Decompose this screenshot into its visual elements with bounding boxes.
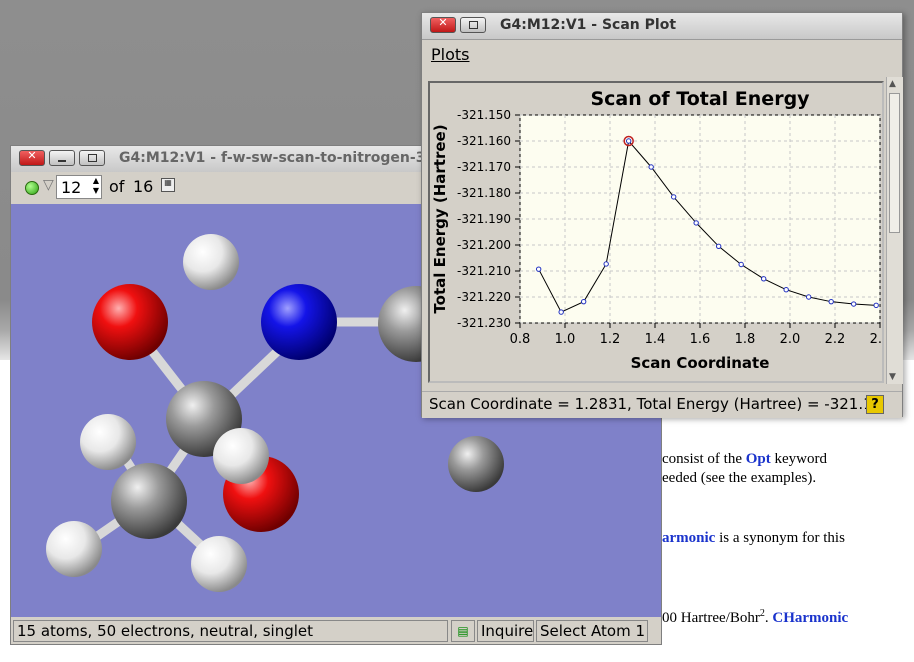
question-icon[interactable]: ? (866, 395, 884, 414)
data-point (850, 301, 857, 307)
grid-icon[interactable]: ▦ (161, 178, 175, 192)
y-tick-label: -321.180 (457, 186, 511, 200)
y-axis-label: Total Energy (Hartree) (431, 124, 449, 313)
close-button[interactable] (19, 149, 45, 166)
menu-plots[interactable]: Plots (431, 45, 470, 64)
doc-line-1: consist of the Opt keyword (662, 451, 828, 467)
data-point (783, 287, 789, 293)
x-tick-label: 2.2 (825, 332, 846, 347)
doc-line-4: 00 Hartree/Bohr2. CHarmonic (662, 608, 849, 626)
chart-title: Scan of Total Energy (590, 88, 810, 110)
data-point (738, 261, 744, 268)
minimize-button[interactable] (49, 150, 75, 166)
carbon-atom[interactable] (448, 436, 504, 492)
carbon-atom[interactable] (111, 463, 187, 539)
data-point (715, 243, 722, 250)
molecule-info: 15 atoms, 50 electrons, neutral, singlet (13, 620, 448, 642)
opt-link[interactable]: Opt (746, 451, 771, 467)
y-tick-label: -321.190 (457, 212, 511, 226)
menu-bar: Plots (422, 40, 902, 68)
maximize-button[interactable] (79, 150, 105, 166)
hydrogen-atom[interactable] (191, 536, 247, 592)
scan-chart[interactable]: Scan of Total Energy 0.8 1.0 1.2 1.4 1.6 1.8 2… (430, 83, 890, 381)
y-tick-label: -321.200 (457, 238, 511, 252)
scan-readout: Scan Coordinate = 1.2831, Total Energy (… (429, 395, 873, 413)
x-axis: 0.8 1.0 1.2 1.4 1.6 1.8 2.0 2.2 2.4 (510, 323, 890, 347)
data-point (828, 298, 834, 305)
data-point (603, 261, 609, 267)
x-tick-label: 1.2 (600, 332, 621, 347)
y-tick-label: -321.150 (457, 108, 511, 122)
oxygen-atom[interactable] (92, 284, 168, 360)
scan-statusbar: Scan Coordinate = 1.2831, Total Energy (… (422, 391, 902, 418)
doc-line-2: eeded (see the examples). (662, 470, 817, 486)
document-icon[interactable]: ▤ (451, 620, 475, 642)
plot-panel[interactable]: Scan of Total Energy 0.8 1.0 1.2 1.4 1.6 1.8 2… (428, 81, 890, 383)
window-title: G4:M12:V1 - f-w-sw-scan-to-nitrogen-3-21… (119, 150, 461, 166)
data-point (580, 298, 587, 305)
doc-line-3: armonic is a synonym for this (662, 530, 845, 546)
nitrogen-atom[interactable] (261, 284, 337, 360)
scan-plot-window: G4:M12:V1 - Scan Plot Plots Scan of Tota… (421, 12, 903, 418)
y-tick-label: -321.170 (457, 160, 511, 174)
close-button[interactable] (430, 16, 456, 33)
data-point (625, 138, 632, 144)
stepper-arrows-icon[interactable]: ▲ ▼ (93, 176, 99, 196)
data-point (805, 294, 812, 300)
data-point (558, 309, 564, 315)
inquire-button[interactable]: Inquire (477, 620, 534, 642)
data-point (693, 220, 699, 226)
hydrogen-atom[interactable] (213, 428, 269, 484)
scan-titlebar[interactable]: G4:M12:V1 - Scan Plot (422, 13, 902, 40)
data-point (535, 266, 542, 272)
charmonic-link[interactable]: CHarmonic (772, 610, 848, 626)
hydrogen-atom[interactable] (80, 414, 136, 470)
data-point (760, 276, 767, 282)
data-point (873, 302, 879, 309)
scroll-down-icon[interactable]: ▼ (889, 372, 896, 382)
y-tick-label: -321.220 (457, 290, 511, 304)
data-point (670, 194, 677, 200)
maximize-button[interactable] (460, 17, 486, 33)
x-tick-label: 1.6 (690, 332, 711, 347)
x-tick-label: 1.0 (555, 332, 576, 347)
hydrogen-atom[interactable] (46, 521, 102, 577)
scrollbar-thumb[interactable] (889, 93, 900, 233)
frame-number[interactable]: 12 (61, 178, 81, 197)
triangle-down-icon[interactable]: ▽ (43, 177, 54, 193)
hydrogen-atom[interactable] (183, 234, 239, 290)
data-point (648, 164, 654, 170)
harmonic-link[interactable]: armonic (662, 530, 715, 546)
x-tick-label: 2.0 (780, 332, 801, 347)
scroll-up-icon[interactable]: ▲ (889, 79, 896, 89)
play-icon[interactable] (25, 181, 39, 195)
x-tick-label: 2.4 (870, 332, 882, 347)
select-atom-status[interactable]: Select Atom 1 (536, 620, 648, 642)
of-label: of (109, 177, 125, 196)
x-axis-label: Scan Coordinate (631, 354, 770, 372)
y-tick-label: -321.230 (457, 316, 511, 330)
frame-total: 16 (133, 177, 154, 196)
x-tick-label: 1.8 (735, 332, 756, 347)
x-tick-label: 0.8 (510, 332, 531, 347)
y-axis: -321.150 -321.160 -321.170 -321.180 -321.190… (457, 108, 520, 330)
y-tick-label: -321.210 (457, 264, 511, 278)
window-title: G4:M12:V1 - Scan Plot (500, 17, 677, 33)
y-tick-label: -321.160 (457, 134, 511, 148)
frame-stepper[interactable]: 12 ▲ ▼ (56, 175, 102, 199)
vertical-scrollbar[interactable]: ▲ ▼ (886, 77, 903, 384)
molecule-statusbar: 15 atoms, 50 electrons, neutral, singlet… (11, 618, 661, 644)
x-tick-label: 1.4 (645, 332, 666, 347)
